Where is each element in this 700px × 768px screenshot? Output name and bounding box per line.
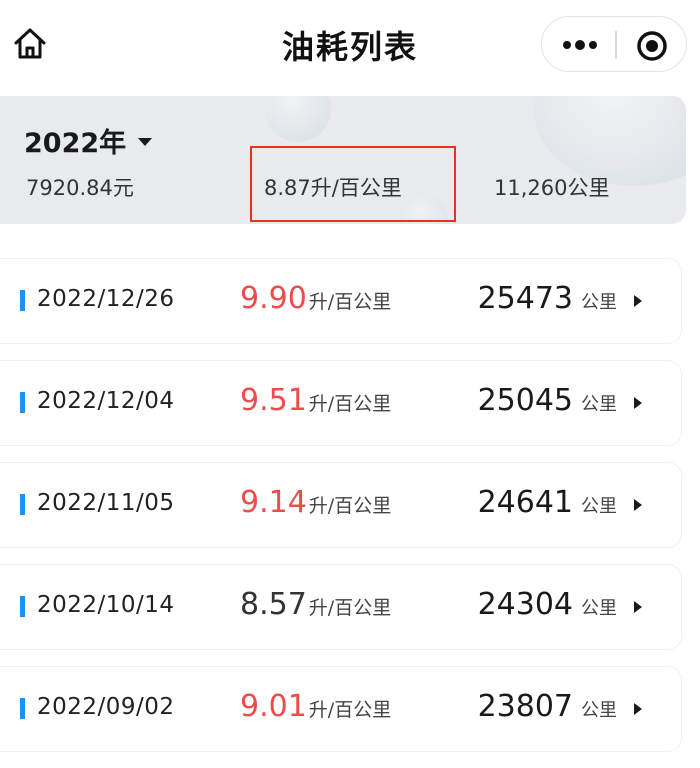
consumption-value: 9.14 bbox=[240, 485, 307, 520]
list-item[interactable]: 2022/10/14 8.57 升/百公里 24304 公里 bbox=[0, 564, 682, 650]
record-date: 2022/12/26 bbox=[37, 286, 175, 312]
navigation-bar: 油耗列表 bbox=[0, 0, 700, 88]
list-item[interactable]: 2022/12/26 9.90 升/百公里 25473 公里 bbox=[0, 258, 682, 344]
list-item[interactable]: 2022/09/02 9.01 升/百公里 23807 公里 bbox=[0, 666, 682, 752]
record-odometer: 25045 公里 bbox=[478, 383, 617, 418]
chevron-right-icon bbox=[634, 601, 642, 613]
record-consumption: 9.01 升/百公里 bbox=[240, 689, 391, 724]
row-accent-bar bbox=[20, 392, 25, 413]
consumption-unit: 升/百公里 bbox=[308, 393, 392, 415]
chevron-right-icon bbox=[634, 703, 642, 715]
odometer-value: 25045 bbox=[477, 383, 573, 418]
year-selector[interactable]: 2022年 bbox=[24, 121, 153, 160]
odometer-unit: 公里 bbox=[581, 292, 617, 313]
record-odometer: 25473 公里 bbox=[478, 281, 617, 316]
consumption-unit: 升/百公里 bbox=[308, 291, 392, 313]
record-consumption: 9.51 升/百公里 bbox=[240, 383, 391, 418]
record-odometer: 23807 公里 bbox=[478, 689, 617, 724]
odometer-value: 24641 bbox=[477, 485, 573, 520]
record-consumption: 9.90 升/百公里 bbox=[240, 281, 391, 316]
consumption-unit: 升/百公里 bbox=[308, 699, 392, 721]
record-date: 2022/10/14 bbox=[37, 592, 175, 618]
consumption-unit: 升/百公里 bbox=[308, 495, 392, 517]
odometer-unit: 公里 bbox=[581, 394, 617, 415]
capsule-menu bbox=[541, 16, 687, 72]
record-date: 2022/11/05 bbox=[37, 490, 175, 516]
record-odometer: 24641 公里 bbox=[478, 485, 617, 520]
row-accent-bar bbox=[20, 698, 25, 719]
odometer-value: 25473 bbox=[477, 281, 573, 316]
consumption-value: 9.90 bbox=[240, 281, 307, 316]
chevron-right-icon bbox=[634, 397, 642, 409]
capsule-divider bbox=[615, 31, 617, 59]
odometer-unit: 公里 bbox=[581, 496, 617, 517]
decorative-bubble bbox=[265, 96, 331, 142]
year-label: 2022年 bbox=[24, 128, 127, 159]
row-accent-bar bbox=[20, 494, 25, 515]
odometer-value: 23807 bbox=[477, 689, 573, 724]
fuel-record-list: 2022/12/26 9.90 升/百公里 25473 公里 2022/12/0… bbox=[0, 258, 700, 768]
odometer-unit: 公里 bbox=[581, 700, 617, 721]
more-dots-icon[interactable] bbox=[560, 31, 600, 59]
consumption-value: 8.57 bbox=[240, 587, 307, 622]
chevron-right-icon bbox=[634, 499, 642, 511]
record-odometer: 24304 公里 bbox=[478, 587, 617, 622]
highlight-annotation-box bbox=[250, 146, 456, 222]
consumption-value: 9.51 bbox=[240, 383, 307, 418]
odometer-value: 24304 bbox=[477, 587, 573, 622]
record-date: 2022/12/04 bbox=[37, 388, 175, 414]
odometer-unit: 公里 bbox=[581, 598, 617, 619]
consumption-value: 9.01 bbox=[240, 689, 307, 724]
list-item[interactable]: 2022/12/04 9.51 升/百公里 25045 公里 bbox=[0, 360, 682, 446]
record-consumption: 9.14 升/百公里 bbox=[240, 485, 391, 520]
row-accent-bar bbox=[20, 290, 25, 311]
target-circle-icon[interactable] bbox=[635, 29, 669, 63]
row-accent-bar bbox=[20, 596, 25, 617]
chevron-right-icon bbox=[634, 295, 642, 307]
consumption-unit: 升/百公里 bbox=[308, 597, 392, 619]
total-cost: 7920.84元 bbox=[26, 176, 134, 200]
record-consumption: 8.57 升/百公里 bbox=[240, 587, 391, 622]
total-distance: 11,260公里 bbox=[494, 176, 610, 200]
caret-down-icon bbox=[138, 137, 153, 146]
list-item[interactable]: 2022/11/05 9.14 升/百公里 24641 公里 bbox=[0, 462, 682, 548]
record-date: 2022/09/02 bbox=[37, 694, 175, 720]
